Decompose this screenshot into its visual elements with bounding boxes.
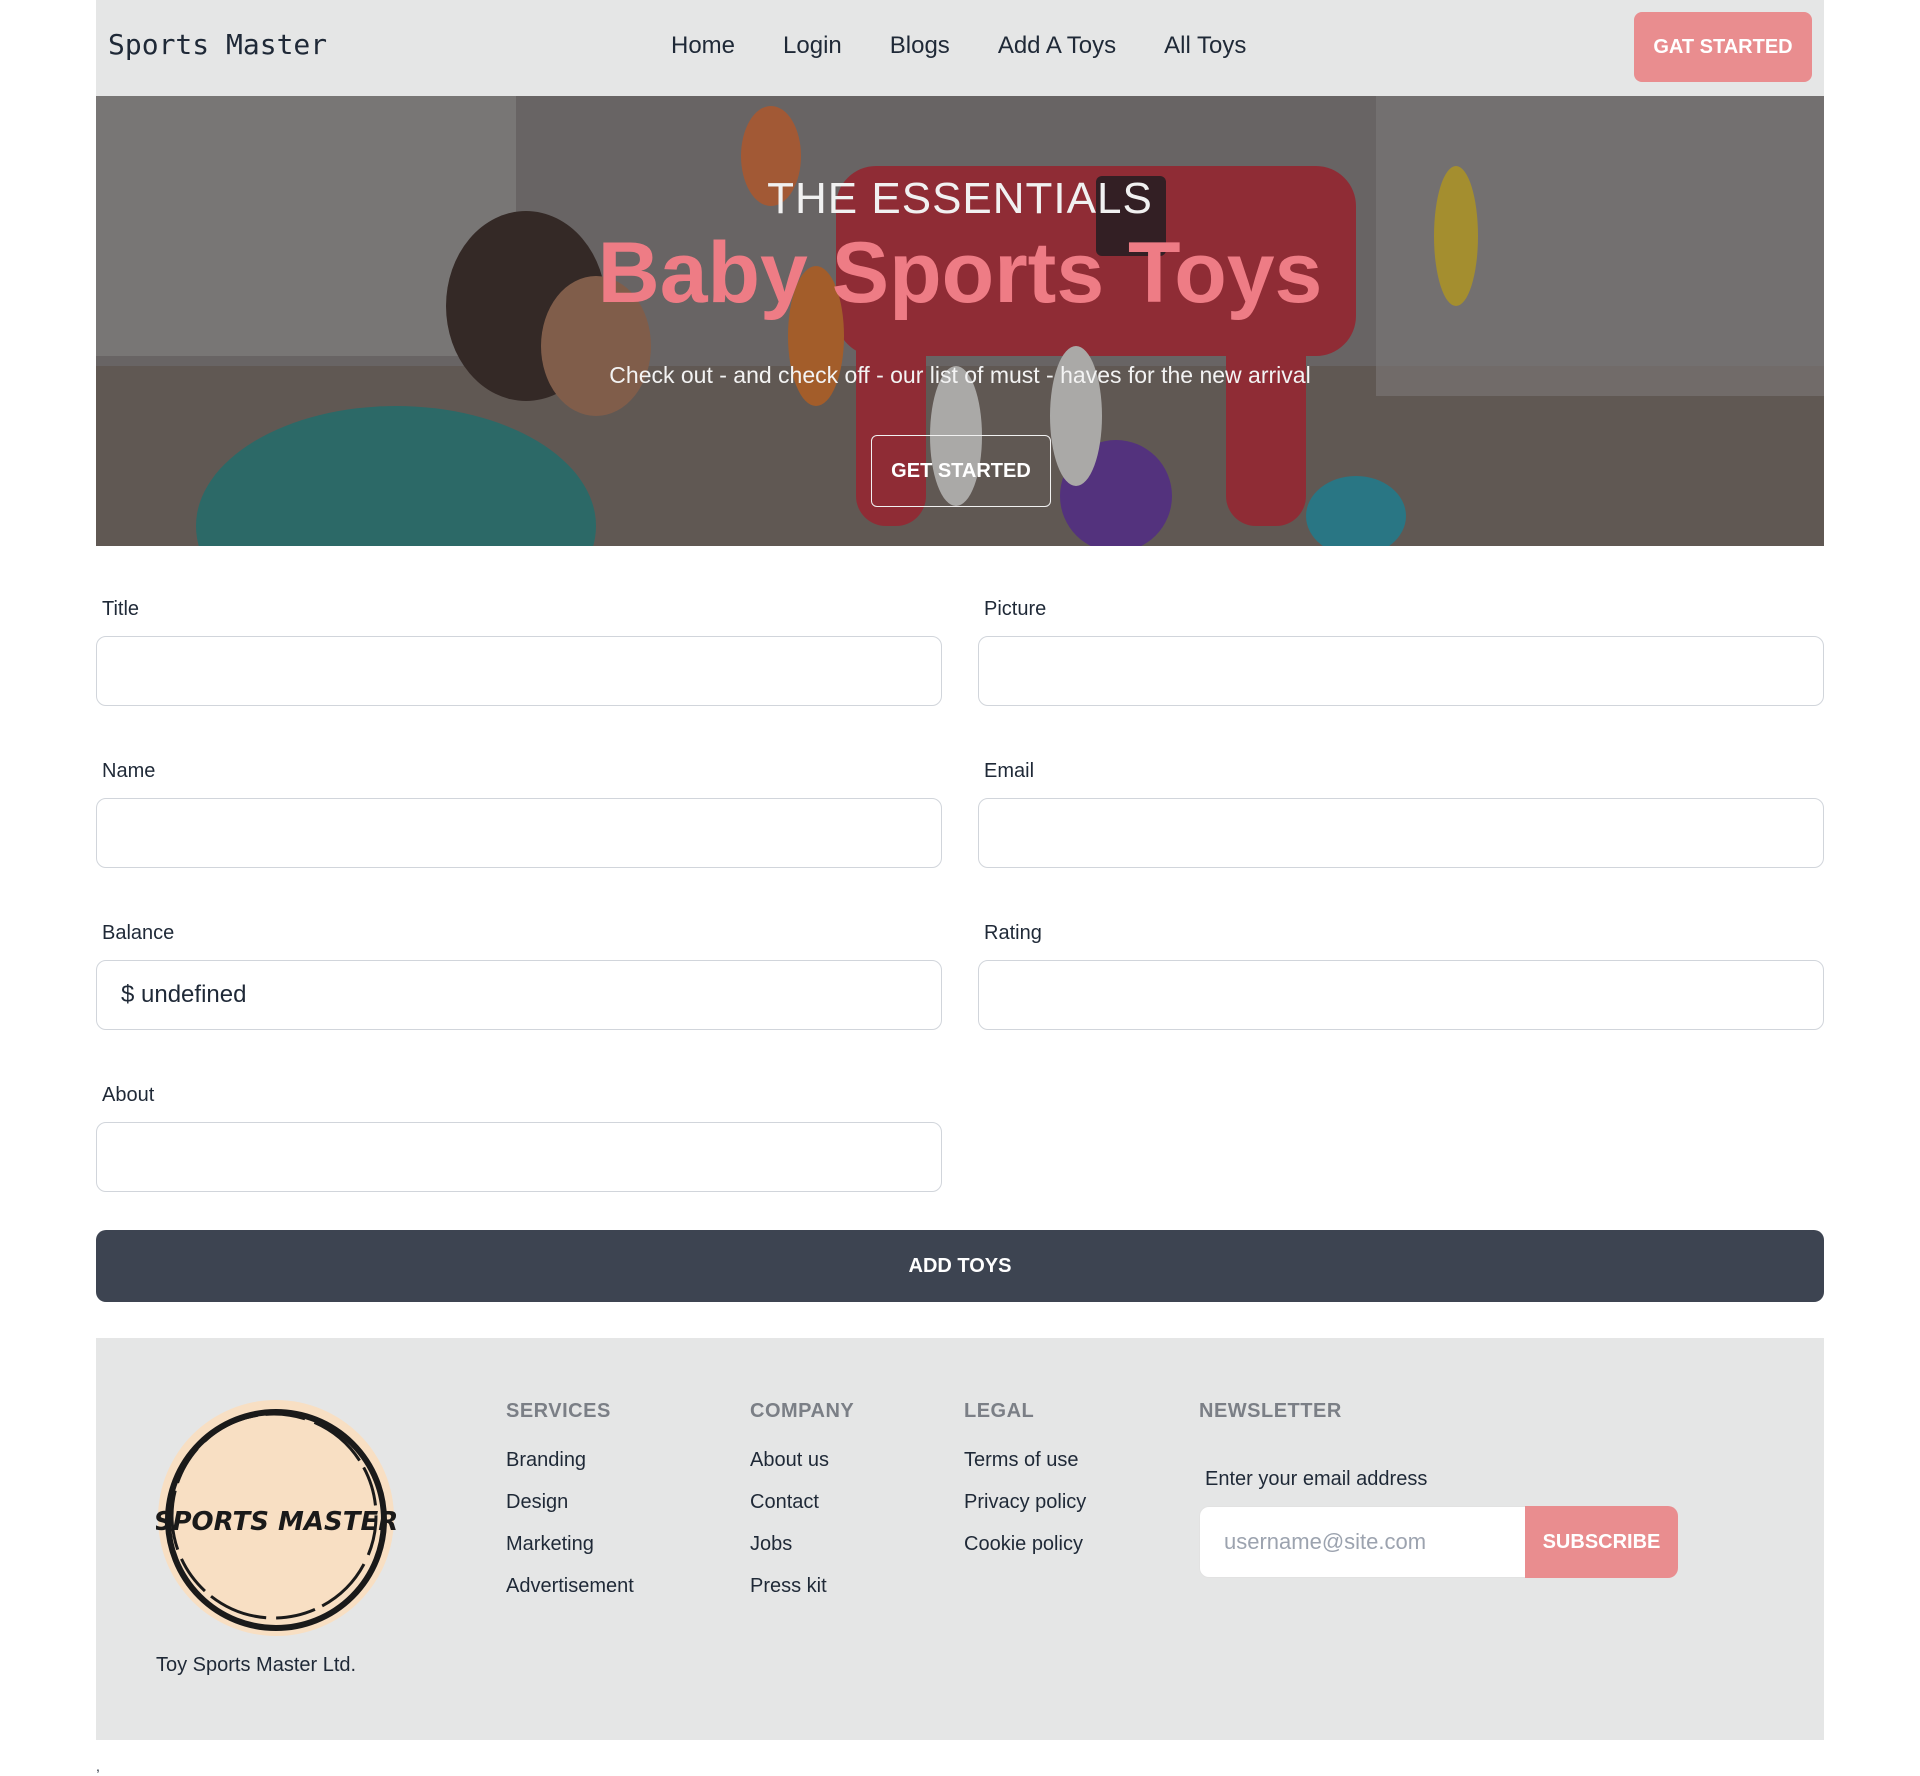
footer: SPORTS MASTER Toy Sports Master Ltd. SER… [96, 1338, 1824, 1740]
newsletter-heading: NEWSLETTER [1199, 1400, 1342, 1422]
legal-heading: LEGAL [964, 1400, 1035, 1422]
nav-get-started-button[interactable]: GAT STARTED [1634, 12, 1812, 82]
logo-text: SPORTS MASTER [156, 1507, 396, 1537]
legal-column: LEGAL Terms of use Privacy policy Cookie… [964, 1400, 1086, 1571]
company-heading: COMPANY [750, 1400, 855, 1422]
company-column: COMPANY About us Contact Jobs Press kit [750, 1400, 854, 1613]
hero-description: Check out - and check off - our list of … [609, 362, 1311, 388]
newsletter-label: Enter your email address [1205, 1468, 1428, 1490]
footer-link-press-kit[interactable]: Press kit [750, 1571, 854, 1613]
balance-label: Balance [102, 922, 175, 944]
rating-label: Rating [984, 922, 1042, 944]
picture-input[interactable] [978, 636, 1824, 706]
navbar: Sports Master Home Login Blogs Add A Toy… [96, 0, 1824, 96]
hero-banner: THE ESSENTIALS Baby Sports Toys Check ou… [96, 96, 1824, 546]
sports-master-logo: SPORTS MASTER [156, 1400, 396, 1636]
footer-link-jobs[interactable]: Jobs [750, 1529, 854, 1571]
title-label: Title [102, 598, 140, 620]
footer-link-cookie[interactable]: Cookie policy [964, 1529, 1086, 1571]
footer-link-contact[interactable]: Contact [750, 1487, 854, 1529]
name-input[interactable] [96, 798, 942, 868]
services-column: SERVICES Branding Design Marketing Adver… [506, 1400, 634, 1613]
nav-link-login[interactable]: Login [783, 32, 842, 60]
footer-link-terms[interactable]: Terms of use [964, 1445, 1086, 1487]
footer-link-branding[interactable]: Branding [506, 1445, 634, 1487]
nav-links: Home Login Blogs Add A Toys All Toys [671, 32, 1294, 60]
brand-logo-text[interactable]: Sports Master [108, 28, 327, 61]
about-label: About [102, 1084, 155, 1106]
newsletter-column: NEWSLETTER [1199, 1400, 1342, 1445]
email-label: Email [984, 760, 1035, 782]
add-toys-button[interactable]: ADD TOYS [96, 1230, 1824, 1302]
hero-get-started-button[interactable]: GET STARTED [871, 435, 1051, 507]
name-label: Name [102, 760, 156, 782]
services-heading: SERVICES [506, 1400, 611, 1422]
newsletter-email-input[interactable]: username@site.com [1199, 1506, 1525, 1578]
trailing-mark: , [96, 1758, 100, 1774]
picture-label: Picture [984, 598, 1047, 620]
hero-title: Baby Sports Toys [597, 225, 1323, 321]
hero-subtitle: THE ESSENTIALS [767, 174, 1153, 223]
rating-input[interactable] [978, 960, 1824, 1030]
balance-input[interactable]: $ undefined [96, 960, 942, 1030]
company-name: Toy Sports Master Ltd. [156, 1654, 357, 1676]
nav-link-all-toys[interactable]: All Toys [1164, 32, 1246, 60]
nav-link-blogs[interactable]: Blogs [890, 32, 950, 60]
about-input[interactable] [96, 1122, 942, 1192]
nav-link-home[interactable]: Home [671, 32, 735, 60]
footer-link-about-us[interactable]: About us [750, 1445, 854, 1487]
footer-link-marketing[interactable]: Marketing [506, 1529, 634, 1571]
subscribe-button[interactable]: SUBSCRIBE [1525, 1506, 1678, 1578]
title-input[interactable] [96, 636, 942, 706]
email-input[interactable] [978, 798, 1824, 868]
footer-link-design[interactable]: Design [506, 1487, 634, 1529]
footer-link-advertisement[interactable]: Advertisement [506, 1571, 634, 1613]
nav-link-add-toys[interactable]: Add A Toys [998, 32, 1116, 60]
footer-link-privacy[interactable]: Privacy policy [964, 1487, 1086, 1529]
